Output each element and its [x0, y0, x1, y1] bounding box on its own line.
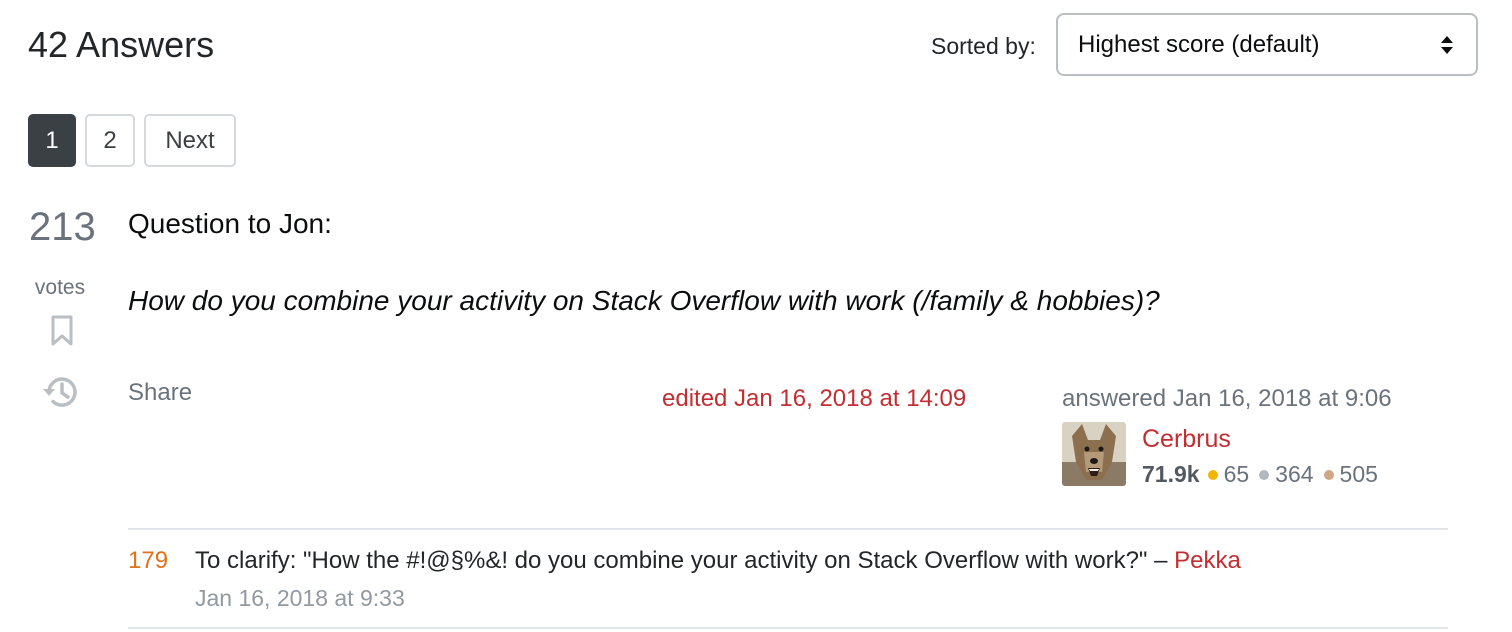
bronze-badges: 505	[1323, 461, 1378, 488]
silver-badge-icon	[1259, 469, 1270, 480]
comment-separator: –	[1154, 547, 1168, 574]
reputation-score: 71.9k	[1142, 461, 1200, 487]
answer-body-line-1: Question to Jon:	[128, 208, 332, 239]
vote-count: 213	[29, 205, 96, 249]
user-reputation-row: 71.9k 65 364 505	[1142, 461, 1388, 488]
answer-body-line-2: How do you combine your activity on Stac…	[128, 285, 1160, 316]
bronze-badge-count: 505	[1339, 461, 1378, 487]
edited-link[interactable]: edited Jan 16, 2018 at 14:09	[662, 385, 966, 413]
gold-badges: 65	[1207, 461, 1250, 488]
comment-score: 179	[128, 547, 169, 574]
bookmark-icon[interactable]	[50, 315, 74, 347]
votes-label: votes	[34, 276, 86, 299]
avatar[interactable]	[1062, 422, 1126, 486]
sort-select[interactable]: Highest score (default)	[1056, 13, 1478, 76]
user-name-link[interactable]: Cerbrus	[1142, 425, 1231, 454]
comment-date[interactable]: Jan 16, 2018 at 9:33	[195, 585, 405, 612]
sort-label: Sorted by:	[931, 33, 1036, 59]
pagination: 1 2 Next	[28, 114, 236, 167]
comment-user-link[interactable]: Pekka	[1174, 547, 1241, 574]
gold-badge-icon	[1207, 469, 1218, 480]
silver-badges: 364	[1259, 461, 1314, 488]
comment-text: To clarify: "How the #!@§%&! do you comb…	[195, 547, 1148, 574]
comments-top-divider	[128, 528, 1448, 530]
answered-timestamp: answered Jan 16, 2018 at 9:06	[1062, 385, 1392, 412]
comment-body: To clarify: "How the #!@§%&! do you comb…	[195, 547, 1241, 575]
sort-selected-value: Highest score (default)	[1078, 30, 1320, 58]
history-icon[interactable]	[40, 372, 80, 412]
share-link[interactable]: Share	[128, 379, 192, 407]
answers-count-title: 42 Answers	[28, 24, 215, 65]
comments-bottom-divider	[128, 627, 1448, 629]
gold-badge-count: 65	[1223, 461, 1250, 487]
page-1-button[interactable]: 1	[28, 114, 76, 167]
next-page-button[interactable]: Next	[144, 114, 236, 167]
sort-arrows-icon	[1441, 36, 1453, 54]
bronze-badge-icon	[1323, 469, 1334, 480]
page-2-button[interactable]: 2	[85, 114, 135, 167]
silver-badge-count: 364	[1275, 461, 1314, 487]
